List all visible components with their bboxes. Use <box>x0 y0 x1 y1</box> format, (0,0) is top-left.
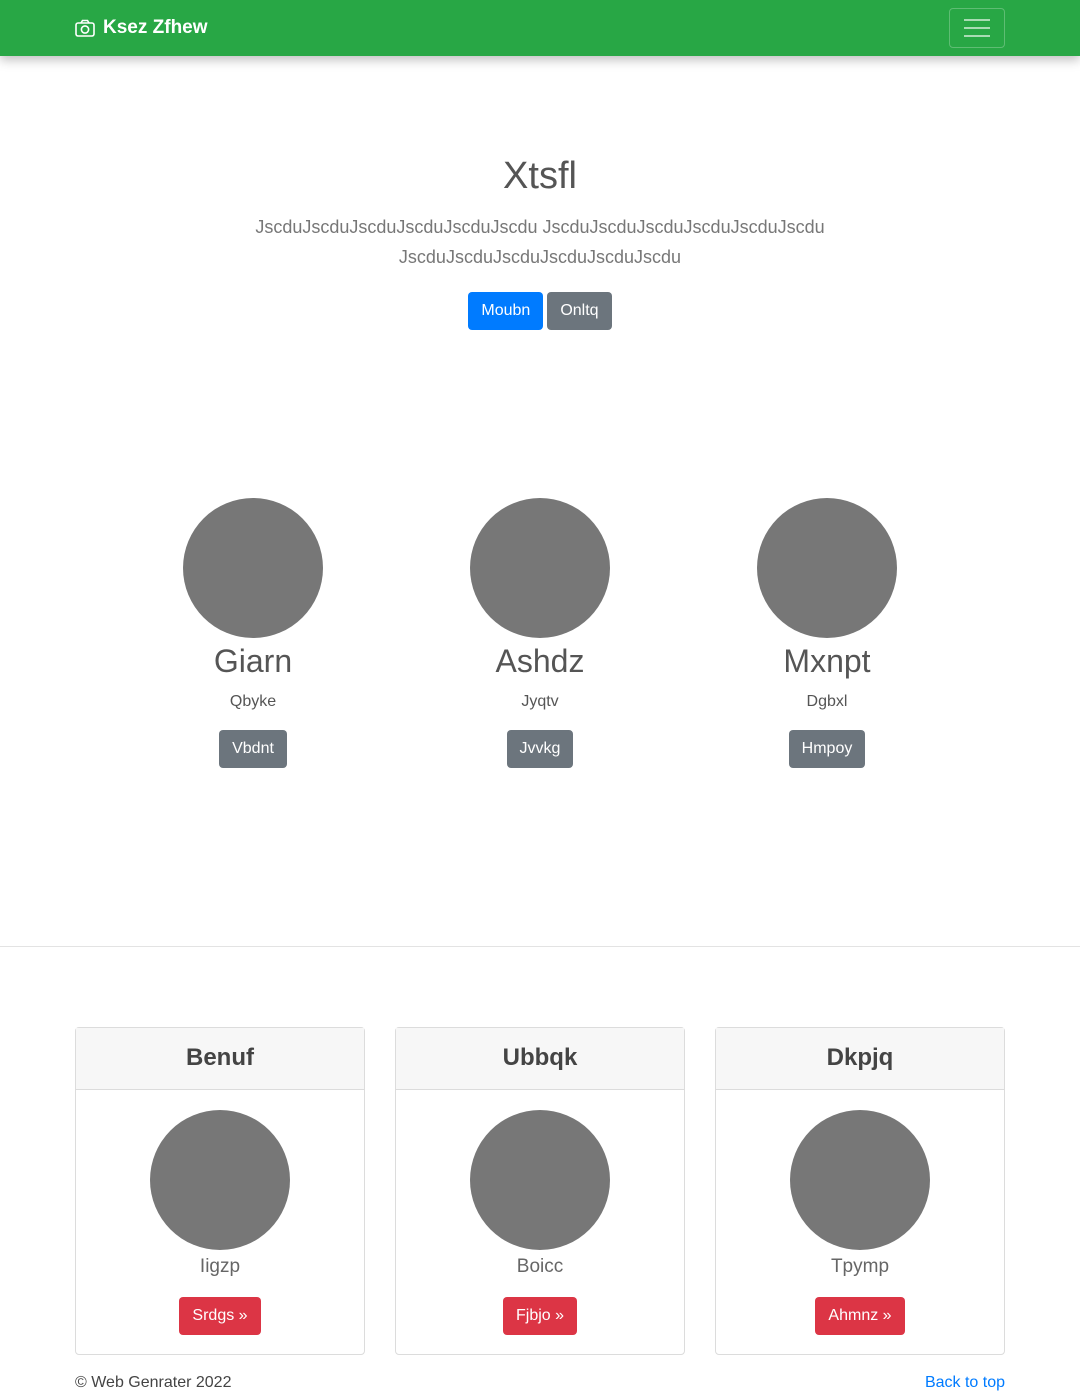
navbar-toggler-button[interactable] <box>949 8 1005 48</box>
team-member-name: Giarn <box>213 643 293 679</box>
hero-buttons: Moubn Onltq <box>0 292 1080 330</box>
team-member: Giarn Qbyke Vbdnt <box>133 498 373 768</box>
team-member-name: Mxnpt <box>783 643 871 679</box>
card-header: Benuf <box>76 1028 364 1090</box>
avatar <box>757 498 897 638</box>
team-member-button[interactable]: Hmpoy <box>788 730 866 768</box>
team-member-subtitle: Qbyke <box>229 693 277 710</box>
hero-title: Xtsfl <box>503 155 577 197</box>
team-member: Mxnpt Dgbxl Hmpoy <box>707 498 947 768</box>
team-member-button[interactable]: Vbdnt <box>219 730 287 768</box>
card-header: Dkpjq <box>716 1028 1004 1090</box>
brand-link[interactable]: Ksez Zfhew <box>75 17 208 39</box>
card-body: Iigzp Srdgs » <box>76 1090 364 1335</box>
section-divider <box>0 946 1080 947</box>
team-member: Ashdz Jyqtv Jvvkg <box>420 498 660 768</box>
avatar <box>150 1110 290 1250</box>
back-to-top-link[interactable]: Back to top <box>925 1374 1005 1392</box>
avatar <box>470 498 610 638</box>
brand-name: Ksez Zfhew <box>103 17 208 38</box>
hero-primary-button[interactable]: Moubn <box>468 292 544 330</box>
team-member-button[interactable]: Jvvkg <box>506 730 574 768</box>
avatar <box>470 1110 610 1250</box>
hero-secondary-button[interactable]: Onltq <box>547 292 612 330</box>
card-subtitle: Boicc <box>516 1256 564 1277</box>
card-body: Tpymp Ahmnz » <box>716 1090 1004 1335</box>
avatar <box>790 1110 930 1250</box>
card-subtitle: Iigzp <box>199 1256 241 1277</box>
hamburger-menu-icon <box>964 19 990 21</box>
navbar: Ksez Zfhew <box>0 0 1080 56</box>
team-member-name: Ashdz <box>495 643 585 679</box>
card-subtitle: Tpymp <box>830 1256 890 1277</box>
card: Ubbqk Boicc Fjbjo » <box>395 1027 685 1355</box>
card-body: Boicc Fjbjo » <box>396 1090 684 1335</box>
hero-lead-text: JscduJscduJscduJscduJscduJscdu JscduJscd… <box>255 217 825 267</box>
team-member-subtitle: Jyqtv <box>521 693 559 710</box>
camera-icon <box>75 19 95 37</box>
card-button[interactable]: Srdgs » <box>179 1297 261 1335</box>
card-button[interactable]: Ahmnz » <box>815 1297 905 1335</box>
footer-copyright: © Web Genrater 2022 <box>75 1374 232 1391</box>
avatar <box>183 498 323 638</box>
card-button[interactable]: Fjbjo » <box>502 1297 578 1335</box>
card: Dkpjq Tpymp Ahmnz » <box>715 1027 1005 1355</box>
team-member-subtitle: Dgbxl <box>806 693 848 710</box>
card-header: Ubbqk <box>396 1028 684 1090</box>
card: Benuf Iigzp Srdgs » <box>75 1027 365 1355</box>
